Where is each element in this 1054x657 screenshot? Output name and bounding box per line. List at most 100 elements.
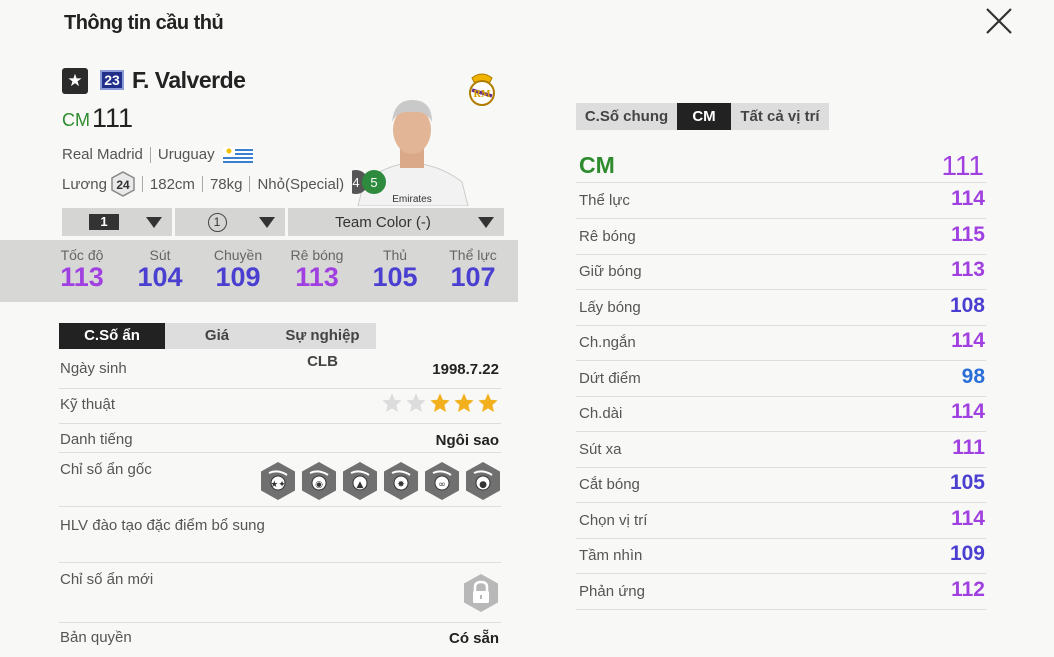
attribute-value: 105 <box>949 471 985 494</box>
training-level-select[interactable]: 1 <box>175 208 285 236</box>
attribute-label: Sút xa <box>579 440 622 458</box>
stat-shooting: Sút 104 <box>137 247 183 292</box>
position-rating-label: CM <box>579 152 615 178</box>
divider <box>201 176 203 192</box>
playmaker-trait-icon[interactable]: ∞ <box>424 461 460 501</box>
attribute-label: Tầm nhìn <box>579 547 643 564</box>
salary-value: 24 <box>116 178 130 192</box>
attribute-row: Sút xa 111 <box>576 432 986 468</box>
fame-label: Danh tiếng <box>60 431 133 448</box>
weight-value: 78kg <box>209 175 243 193</box>
favorite-star-icon[interactable]: ★ <box>62 68 88 94</box>
upgrade-level-select[interactable]: 1 <box>62 208 172 236</box>
svg-text:●: ● <box>479 480 487 490</box>
team-color-select[interactable]: Team Color (-) <box>288 208 504 236</box>
upgrade-level-value: 1 <box>89 214 119 230</box>
skill-label: Kỹ thuật <box>60 396 116 413</box>
player-photo: Emirates 4 5 <box>352 100 469 206</box>
tab-club-career[interactable]: Sự nghiệp CLB <box>269 323 376 370</box>
flair-trait-icon[interactable]: ✸ <box>383 461 419 501</box>
club-name: Real Madrid <box>62 146 143 163</box>
svg-text:∞: ∞ <box>438 480 446 490</box>
tab-hidden-stats[interactable]: C.Số ẩn <box>59 323 165 349</box>
speed-dribbler-trait-icon[interactable]: ★✦ <box>260 461 296 501</box>
attribute-label: Rê bóng <box>579 227 636 245</box>
svg-text:◉: ◉ <box>315 480 323 490</box>
svg-text:✸: ✸ <box>397 480 405 490</box>
tab-general-stats[interactable]: C.Số chung <box>576 103 677 130</box>
new-traits-label: Chỉ số ẩn mới <box>60 571 154 588</box>
tab-all-positions[interactable]: Tất cả vị trí <box>731 103 829 130</box>
page-title: Thông tin cầu thủ <box>64 12 224 34</box>
attribute-value: 115 <box>951 222 985 246</box>
attribute-value: 114 <box>951 329 985 352</box>
license-value: Có sẵn <box>448 630 499 647</box>
attribute-label: Ch.ngắn <box>579 334 636 351</box>
traits-label: Chỉ số ẩn gốc <box>60 461 152 478</box>
attribute-label: Thể lực <box>579 192 630 209</box>
chevron-down-icon <box>146 217 162 228</box>
coach-label: HLV đào tạo đặc điểm bổ sung <box>60 517 265 534</box>
birth-row: Ngày sinh 1998.7.22 <box>59 356 501 389</box>
attribute-value: 98 <box>961 364 985 388</box>
stat-defending: Thủ 105 <box>372 247 418 292</box>
attribute-label: Lấy bóng <box>579 298 641 316</box>
svg-text:5: 5 <box>370 175 377 190</box>
height-value: 182cm <box>149 175 195 193</box>
attribute-label: Ch.dài <box>579 405 623 422</box>
attribute-value: 114 <box>951 187 985 210</box>
svg-text:4: 4 <box>352 175 359 190</box>
stat-passing: Chuyền 109 <box>213 247 263 292</box>
salary-label: Lương <box>62 175 107 193</box>
attribute-row: Cắt bóng 105 <box>576 467 986 503</box>
license-label: Bản quyền <box>60 629 132 646</box>
star-icon <box>454 393 474 412</box>
tab-position-cm[interactable]: CM <box>677 103 731 130</box>
player-name: F. Valverde <box>132 67 246 93</box>
stat-pace: Tốc độ 113 <box>60 247 104 292</box>
star-icon <box>406 393 426 412</box>
attribute-label: Chọn vị trí <box>579 511 648 529</box>
lock-icon[interactable] <box>463 573 499 613</box>
chevron-down-icon <box>478 217 494 228</box>
shirt-number-badge: 23 <box>100 70 124 90</box>
svg-text:Emirates: Emirates <box>392 194 431 205</box>
star-icon <box>382 393 402 412</box>
finesse-shot-trait-icon[interactable]: ◉ <box>301 461 337 501</box>
position-rating-value: 111 <box>941 150 984 181</box>
left-tab-bar: C.Số ẩn Giá Sự nghiệp CLB <box>59 323 376 370</box>
attribute-label: Phản ứng <box>579 582 645 600</box>
attribute-row: Thể lực 114 <box>576 183 986 219</box>
new-traits-row: Chỉ số ẩn mới <box>59 563 501 623</box>
long-shot-trait-icon[interactable]: ● <box>465 461 501 501</box>
birth-value: 1998.7.22 <box>432 361 499 378</box>
attribute-row: Phản ứng 112 <box>576 574 986 610</box>
skill-row: Kỹ thuật <box>59 389 501 424</box>
right-tab-bar: C.Số chung CM Tất cả vị trí <box>576 103 829 130</box>
long-passer-trait-icon[interactable]: ▲ <box>342 461 378 501</box>
attribute-value: 113 <box>951 258 985 281</box>
attribute-row: Rê bóng 115 <box>576 219 986 255</box>
stat-dribbling: Rê bóng 113 <box>290 247 344 292</box>
body-type-value: Nhỏ(Special) <box>257 175 345 193</box>
divider <box>249 176 251 192</box>
license-row: Bản quyền Có sẵn <box>59 623 501 655</box>
stat-physical: Thể lực 107 <box>449 247 497 292</box>
attribute-label: Dứt điểm <box>579 369 641 387</box>
tab-price[interactable]: Giá <box>165 323 269 349</box>
chevron-down-icon <box>259 217 275 228</box>
attribute-label: Cắt bóng <box>579 476 640 493</box>
attribute-row: Giữ bóng 113 <box>576 254 986 290</box>
close-icon[interactable] <box>984 6 1014 36</box>
attribute-value: 108 <box>949 293 985 317</box>
attribute-value: 112 <box>951 577 985 601</box>
player-physical-line: Lương 24 182cm 78kg Nhỏ(Special) <box>62 171 344 197</box>
summary-stats-band: Tốc độ 113 Sút 104 Chuyền 109 Rê bóng 11… <box>0 240 518 302</box>
birth-label: Ngày sinh <box>60 360 127 377</box>
attribute-row: Dứt điểm 98 <box>576 361 986 397</box>
attribute-row: Chọn vị trí 114 <box>576 503 986 539</box>
divider <box>141 176 143 192</box>
attribute-row: Ch.ngắn 114 <box>576 325 986 361</box>
divider <box>149 146 151 163</box>
fame-value: Ngôi sao <box>435 432 499 449</box>
